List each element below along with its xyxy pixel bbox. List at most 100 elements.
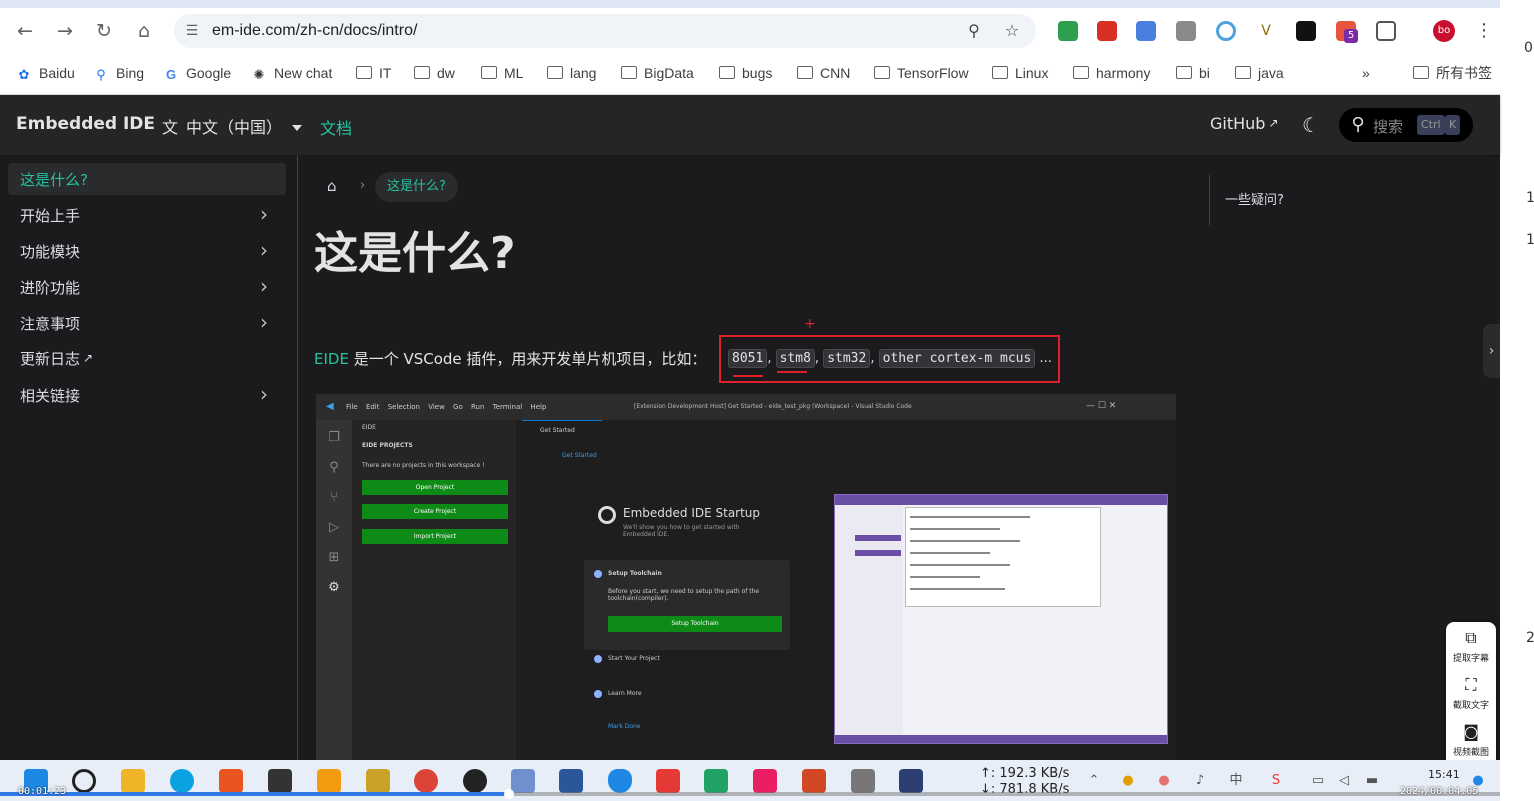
bookmark-bing[interactable]: ⚲ Bing xyxy=(93,63,144,83)
vscode-logo-icon: ◀ xyxy=(326,401,334,412)
bookmark-folder[interactable]: ML xyxy=(481,63,523,83)
edge-icon[interactable] xyxy=(170,769,194,793)
toc-link[interactable]: 一些疑问? xyxy=(1225,189,1284,208)
word-icon[interactable] xyxy=(559,769,583,793)
sidebar-item-features[interactable]: 功能模块 › xyxy=(8,235,286,267)
chevron-right-icon[interactable]: › xyxy=(256,275,272,297)
clock-time[interactable]: 15:41 xyxy=(1428,768,1460,781)
battery-icon[interactable]: ▬ xyxy=(1364,773,1380,789)
volume-icon[interactable]: ◁ xyxy=(1336,773,1352,789)
notes-icon[interactable] xyxy=(366,769,390,793)
translate-extension-icon[interactable] xyxy=(1136,21,1156,41)
app-icon[interactable] xyxy=(753,769,777,793)
google-icon: G xyxy=(165,67,177,82)
capture-text-button[interactable]: ⛶ 截取文字 xyxy=(1446,671,1496,715)
chevron-right-icon[interactable]: › xyxy=(256,383,272,405)
bookmark-new-chat[interactable]: ✺ New chat xyxy=(251,63,333,83)
page-title: 这是什么? xyxy=(314,228,516,279)
github-link[interactable]: GitHub ↗ xyxy=(1210,114,1279,133)
site-info-icon[interactable]: ☰ xyxy=(182,21,202,41)
chevron-right-icon[interactable]: › xyxy=(1483,324,1500,378)
bookmark-folder[interactable]: BigData xyxy=(621,63,694,83)
docs-sidebar: 这是什么? 开始上手 › 功能模块 › 进阶功能 › 注意事项 › 更新日志 ↗ … xyxy=(0,155,298,760)
theme-toggle-moon-icon[interactable]: ☾ xyxy=(1299,113,1323,137)
chevron-right-icon[interactable]: › xyxy=(256,311,272,333)
extension-icon[interactable] xyxy=(1296,21,1316,41)
site-brand[interactable]: Embedded IDE xyxy=(16,114,155,134)
bookmark-folder[interactable]: CNN xyxy=(797,63,850,83)
eide-logo-icon xyxy=(598,506,616,524)
reload-icon[interactable]: ↻ xyxy=(91,18,117,44)
bookmark-star-icon[interactable]: ☆ xyxy=(1002,21,1022,41)
forward-icon[interactable]: → xyxy=(52,18,78,44)
chevron-up-icon[interactable]: ⌃ xyxy=(1086,773,1102,789)
tray-app-icon[interactable]: ● xyxy=(1156,773,1172,789)
menu-kebab-icon[interactable]: ⋮ xyxy=(1474,20,1494,42)
chevron-right-icon[interactable]: › xyxy=(256,203,272,225)
app-icon[interactable] xyxy=(656,769,680,793)
powerpoint-icon[interactable] xyxy=(802,769,826,793)
extension-icon[interactable]: V xyxy=(1256,21,1276,41)
search-icon[interactable] xyxy=(72,769,96,793)
camera-icon: ◙ xyxy=(1463,722,1479,741)
network-icon[interactable]: ▭ xyxy=(1310,773,1326,789)
search-button[interactable]: ⚲ 搜索 Ctrl K xyxy=(1339,108,1473,142)
home-icon[interactable]: ⌂ xyxy=(327,178,343,194)
excel-icon[interactable] xyxy=(704,769,728,793)
home-icon[interactable]: ⌂ xyxy=(131,18,157,44)
sidebar-item-what-is[interactable]: 这是什么? xyxy=(8,163,286,195)
sidebar-item-getting-started[interactable]: 开始上手 › xyxy=(8,199,286,231)
docs-link[interactable]: 文档 xyxy=(320,115,352,139)
sidebar-item-changelog[interactable]: 更新日志 ↗ xyxy=(8,342,286,374)
url-text[interactable]: em-ide.com/zh-cn/docs/intro/ xyxy=(212,22,417,40)
more-bookmarks-button[interactable]: » xyxy=(1362,63,1370,83)
bookmarks-bar: ✿ Baidu ⚲ Bing G Google ✺ New chat IT dw ML … xyxy=(0,60,1500,86)
zoom-icon[interactable]: ⚲ xyxy=(964,21,984,41)
extract-subtitle-button[interactable]: ⧉ 提取字幕 xyxy=(1446,624,1496,668)
chevron-right-icon[interactable]: › xyxy=(256,239,272,261)
app-icon[interactable] xyxy=(899,769,923,793)
bookmark-google[interactable]: G Google xyxy=(163,63,231,83)
video-progress-bar[interactable] xyxy=(0,789,1500,799)
extension-icon[interactable] xyxy=(1216,21,1236,41)
all-bookmarks[interactable]: 所有书签 xyxy=(1413,63,1492,83)
shield-extension-icon[interactable] xyxy=(1058,21,1078,41)
tray-app-icon[interactable]: ● xyxy=(1120,773,1136,789)
microphone-icon[interactable]: ♪ xyxy=(1192,773,1208,789)
bookmark-baidu[interactable]: ✿ Baidu xyxy=(16,63,75,83)
extension-icon[interactable] xyxy=(1176,21,1196,41)
bookmark-folder[interactable]: IT xyxy=(356,63,391,83)
bookmark-folder[interactable]: Linux xyxy=(992,63,1048,83)
extensions-puzzle-icon[interactable] xyxy=(1376,21,1396,41)
bookmark-folder[interactable]: TensorFlow xyxy=(874,63,969,83)
ubuntu-icon[interactable] xyxy=(219,769,243,793)
app-icon[interactable] xyxy=(317,769,341,793)
video-progress-handle[interactable] xyxy=(503,789,514,799)
bookmark-folder[interactable]: bi xyxy=(1176,63,1210,83)
extension-icon[interactable]: 5 xyxy=(1336,21,1358,43)
security-shield-icon[interactable] xyxy=(608,769,632,793)
bookmark-folder[interactable]: harmony xyxy=(1073,63,1150,83)
tray-app-icon[interactable]: S xyxy=(1268,773,1284,789)
bookmark-folder[interactable]: bugs xyxy=(719,63,772,83)
extension-icon[interactable] xyxy=(1097,21,1117,41)
sidebar-item-notes[interactable]: 注意事项 › xyxy=(8,307,286,339)
app-icon[interactable] xyxy=(511,769,535,793)
video-screenshot-button[interactable]: ◙ 视频截图 xyxy=(1446,718,1496,762)
sidebar-item-advanced[interactable]: 进阶功能 › xyxy=(8,271,286,303)
bookmark-folder[interactable]: lang xyxy=(547,63,596,83)
back-icon[interactable]: ← xyxy=(12,18,38,44)
sidebar-item-links[interactable]: 相关链接 › xyxy=(8,379,286,411)
ime-icon[interactable]: 中 xyxy=(1228,773,1244,789)
file-explorer-icon[interactable] xyxy=(121,769,145,793)
calculator-icon[interactable] xyxy=(851,769,875,793)
terminal-icon[interactable] xyxy=(268,769,292,793)
obs-icon[interactable] xyxy=(463,769,487,793)
language-dropdown[interactable]: 文中文（中国） xyxy=(162,114,303,138)
bookmark-folder[interactable]: java xyxy=(1235,63,1284,83)
chrome-icon[interactable] xyxy=(414,769,438,793)
eide-link[interactable]: EIDE xyxy=(314,350,349,368)
profile-avatar[interactable]: bo xyxy=(1433,20,1455,42)
bookmark-folder[interactable]: dw xyxy=(414,63,455,83)
address-bar[interactable]: ☰ em-ide.com/zh-cn/docs/intro/ ⚲ ☆ xyxy=(174,14,1036,48)
